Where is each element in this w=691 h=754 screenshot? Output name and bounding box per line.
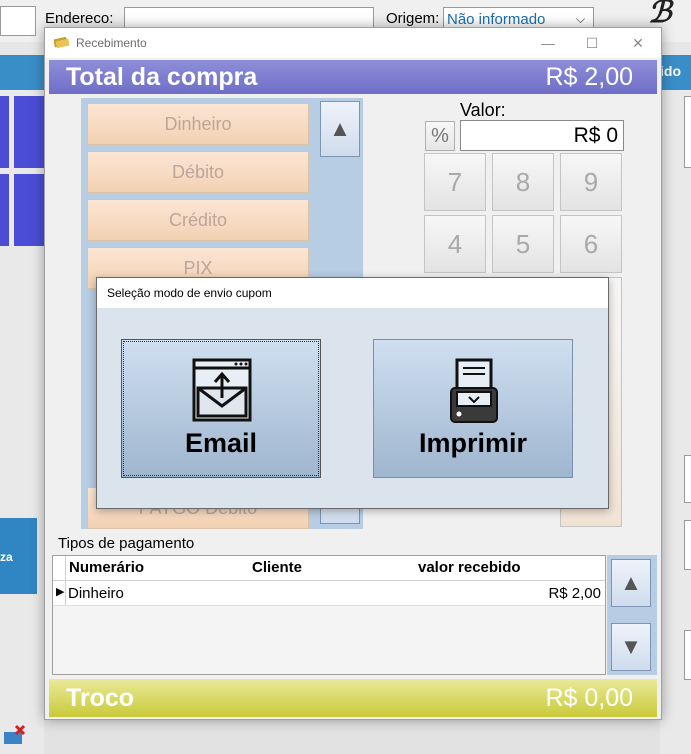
column-valor-recebido[interactable]: valor recebido bbox=[418, 559, 521, 576]
total-value: R$ 2,00 bbox=[545, 63, 633, 91]
keypad-6[interactable]: 6 bbox=[560, 215, 622, 273]
background-right-button[interactable] bbox=[684, 96, 691, 168]
troco-label: Troco bbox=[66, 684, 135, 712]
chevron-down-icon: ⌵ bbox=[576, 12, 586, 26]
table-scroll-down-button[interactable]: ▼ bbox=[611, 623, 651, 671]
payment-method-debito[interactable]: Débito bbox=[87, 151, 309, 193]
background-tile[interactable] bbox=[0, 174, 9, 246]
column-cliente[interactable]: Cliente bbox=[252, 559, 302, 576]
cell-numerario: Dinheiro bbox=[68, 585, 124, 602]
background-right-button[interactable] bbox=[684, 455, 691, 503]
background-tile[interactable] bbox=[14, 96, 44, 168]
payment-method-credito[interactable]: Crédito bbox=[87, 199, 309, 241]
receipt-mode-title: Seleção modo de envio cupom bbox=[107, 286, 272, 300]
arrow-up-icon: ▲ bbox=[620, 570, 642, 595]
arrow-up-icon: ▲ bbox=[329, 116, 351, 141]
background-side-button-label: za bbox=[0, 550, 13, 564]
print-button[interactable]: Imprimir bbox=[373, 339, 573, 478]
valor-label: Valor: bbox=[460, 100, 506, 120]
total-label: Total da compra bbox=[66, 63, 258, 91]
keypad-9[interactable]: 9 bbox=[560, 153, 622, 211]
window-title-bar: Recebimento — ☐ ✕ bbox=[45, 28, 661, 58]
endereco-label: Endereco: bbox=[45, 10, 114, 27]
background-field[interactable] bbox=[0, 6, 36, 36]
maximize-button[interactable]: ☐ bbox=[580, 32, 604, 54]
row-header-cell bbox=[53, 556, 66, 580]
row-selector-icon: ▶ bbox=[56, 586, 65, 598]
background-tile[interactable] bbox=[0, 96, 9, 168]
total-banner: Total da compra R$ 2,00 bbox=[49, 60, 657, 94]
troco-banner: Troco R$ 0,00 bbox=[49, 679, 657, 717]
window-title: Recebimento bbox=[76, 36, 147, 50]
email-icon bbox=[192, 358, 252, 422]
origem-label: Origem: bbox=[386, 10, 440, 27]
background-right-button[interactable] bbox=[684, 630, 691, 680]
brand-logo: ℬ bbox=[648, 0, 672, 30]
arrow-down-icon: ▼ bbox=[620, 634, 642, 659]
receipt-mode-title-bar: Seleção modo de envio cupom bbox=[97, 278, 608, 308]
background-header-text: ido bbox=[660, 63, 681, 79]
background-header-band bbox=[0, 55, 44, 90]
cell-valor-recebido: R$ 2,00 bbox=[548, 585, 601, 602]
valor-input[interactable]: R$ 0 bbox=[460, 120, 624, 151]
cancel-icon[interactable] bbox=[2, 720, 28, 750]
origem-select-value: Não informado bbox=[447, 11, 546, 28]
email-button[interactable]: Email bbox=[121, 339, 321, 478]
payments-table-label: Tipos de pagamento bbox=[58, 535, 195, 552]
email-button-label: Email bbox=[184, 428, 258, 458]
print-button-label: Imprimir bbox=[418, 428, 528, 458]
keypad-8[interactable]: 8 bbox=[492, 153, 554, 211]
payments-table: Numerário Cliente valor recebido ▶ Dinhe… bbox=[52, 555, 613, 675]
background-right-button[interactable] bbox=[684, 520, 691, 570]
close-button[interactable]: ✕ bbox=[626, 32, 650, 54]
column-numerario[interactable]: Numerário bbox=[69, 559, 144, 576]
table-scroll-up-button[interactable]: ▲ bbox=[611, 559, 651, 607]
keypad-5[interactable]: 5 bbox=[492, 215, 554, 273]
keypad-7[interactable]: 7 bbox=[424, 153, 486, 211]
background-tile[interactable] bbox=[14, 174, 44, 246]
receipt-mode-dialog: Seleção modo de envio cupom Email Imprim… bbox=[96, 277, 609, 509]
receipt-icon bbox=[54, 36, 69, 48]
table-row[interactable]: ▶ Dinheiro R$ 2,00 bbox=[53, 581, 605, 606]
payment-method-dinheiro[interactable]: Dinheiro bbox=[87, 103, 309, 145]
printer-icon bbox=[450, 358, 498, 423]
background-bottom-strip bbox=[44, 720, 660, 754]
payments-table-header: Numerário Cliente valor recebido bbox=[53, 556, 605, 581]
row-header-cell: ▶ bbox=[53, 581, 66, 605]
keypad-4[interactable]: 4 bbox=[424, 215, 486, 273]
percent-button[interactable]: % bbox=[425, 121, 455, 151]
background-header-band-right: ido bbox=[660, 55, 691, 90]
background-side-button[interactable]: za bbox=[0, 518, 37, 594]
scroll-up-button[interactable]: ▲ bbox=[320, 101, 360, 157]
minimize-button[interactable]: — bbox=[536, 32, 560, 54]
troco-value: R$ 0,00 bbox=[545, 684, 633, 712]
